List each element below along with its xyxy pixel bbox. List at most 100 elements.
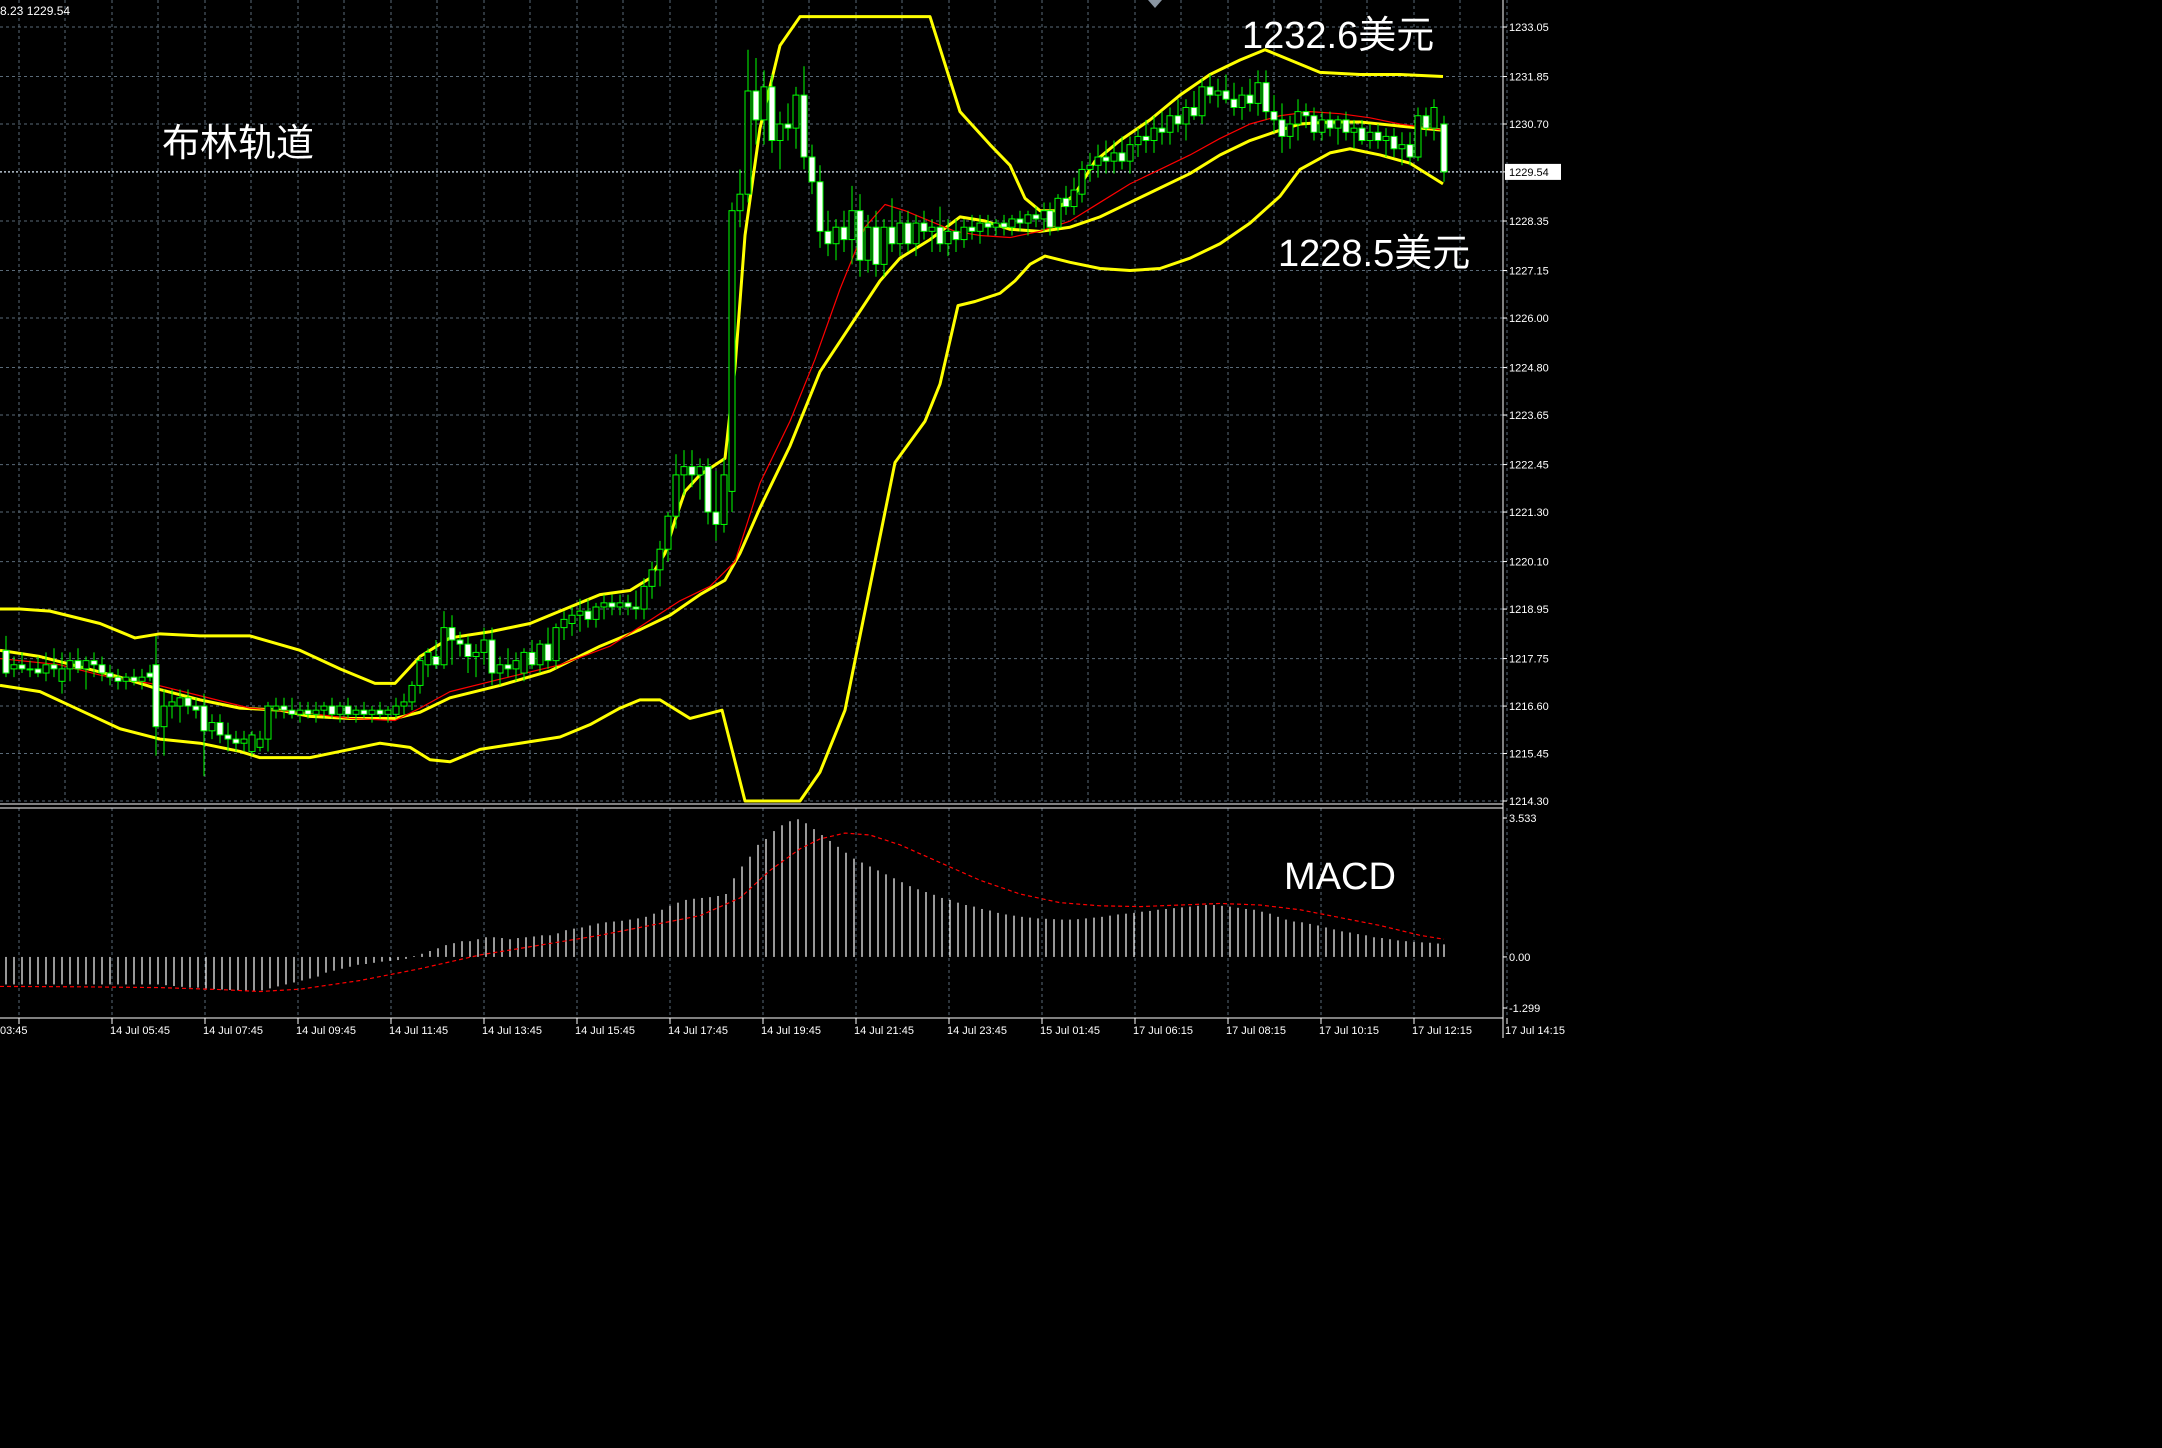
candle-body-down bbox=[624, 602, 632, 608]
candle-body-up bbox=[296, 709, 304, 715]
candle-body-up bbox=[160, 705, 168, 728]
price-tick-label: 1231.85 bbox=[1509, 72, 1549, 84]
candle-body-down bbox=[872, 226, 880, 265]
candle-body-up bbox=[792, 94, 800, 129]
candle-body-down bbox=[1102, 156, 1110, 162]
candle-body-up bbox=[320, 705, 328, 711]
candle-body-down bbox=[98, 664, 106, 674]
candle-body-down bbox=[1206, 86, 1214, 96]
candle-body-up bbox=[664, 515, 672, 550]
candle-body-up bbox=[416, 660, 424, 686]
candle-body-down bbox=[936, 226, 944, 245]
price-tick-label: 1227.15 bbox=[1509, 266, 1549, 278]
candle-body-up bbox=[736, 193, 744, 212]
candle-body-down bbox=[432, 656, 440, 666]
candle-body-down bbox=[184, 697, 192, 707]
bollinger-label: 布林轨道 bbox=[162, 123, 314, 165]
candle-body-up bbox=[944, 230, 952, 245]
candle-body-up bbox=[1398, 144, 1406, 150]
candle-body-up bbox=[848, 210, 856, 241]
candle-body-up bbox=[312, 709, 320, 715]
candle-body-down bbox=[920, 222, 928, 232]
candle-body-down bbox=[1406, 144, 1414, 158]
candle-body-up bbox=[1166, 115, 1174, 133]
candle-body-down bbox=[1062, 197, 1070, 208]
candle-body-down bbox=[1016, 218, 1024, 224]
candle-body-down bbox=[704, 466, 712, 513]
candle-body-down bbox=[904, 222, 912, 245]
time-tick-label: 17 Jul 06:15 bbox=[1133, 1025, 1193, 1037]
upper-band-value-label: 1232.6美元 bbox=[1242, 15, 1434, 57]
candle-body-down bbox=[784, 123, 792, 129]
candle-body-down bbox=[1032, 214, 1040, 220]
candle-body-down bbox=[856, 210, 864, 261]
candle-body-down bbox=[1046, 210, 1054, 228]
candle-body-down bbox=[584, 610, 592, 620]
candle-body-down bbox=[152, 664, 160, 728]
candle-body-up bbox=[960, 226, 968, 241]
candle-body-down bbox=[1374, 131, 1382, 142]
price-tick-label: 1228.35 bbox=[1509, 216, 1549, 228]
candle-body-up bbox=[896, 222, 904, 245]
candle-body-down bbox=[952, 230, 960, 241]
candle-body-down bbox=[146, 672, 154, 678]
candle-body-down bbox=[1158, 127, 1166, 133]
candle-body-down bbox=[544, 643, 552, 662]
candle-body-down bbox=[528, 651, 536, 666]
macd-tick-label: 0.00 bbox=[1509, 952, 1530, 964]
candle-body-down bbox=[224, 734, 232, 740]
candle-body-up bbox=[168, 701, 176, 707]
candle-body-down bbox=[1190, 106, 1198, 117]
candle-body-down bbox=[1222, 90, 1230, 100]
candle-body-down bbox=[824, 230, 832, 245]
candle-body-up bbox=[1024, 214, 1032, 224]
candle-body-down bbox=[968, 226, 976, 232]
candle-body-down bbox=[1270, 111, 1278, 121]
time-tick-label: 17 Jul 14:15 bbox=[1505, 1025, 1565, 1037]
time-tick-label: 14 Jul 13:45 bbox=[482, 1025, 542, 1037]
candle-body-up bbox=[480, 639, 488, 653]
candle-body-down bbox=[328, 705, 336, 715]
price-tick-label: 1230.70 bbox=[1509, 119, 1549, 131]
candle-body-up bbox=[1238, 94, 1246, 108]
candle-body-up bbox=[912, 222, 920, 245]
candle-body-down bbox=[130, 676, 138, 682]
candle-body-up bbox=[240, 738, 248, 744]
candle-body-up bbox=[672, 474, 680, 517]
macd-label: MACD bbox=[1284, 856, 1396, 898]
candle-body-up bbox=[720, 474, 728, 525]
price-tick-label: 1215.45 bbox=[1509, 749, 1549, 761]
time-tick-label: 14 Jul 19:45 bbox=[761, 1025, 821, 1037]
price-tick-label: 1224.80 bbox=[1509, 363, 1549, 375]
candle-body-up bbox=[648, 569, 656, 587]
time-tick-label: 14 Jul 15:45 bbox=[575, 1025, 635, 1037]
candle-body-down bbox=[840, 226, 848, 241]
candle-body-up bbox=[1430, 106, 1438, 129]
current-price-label: 1229.54 bbox=[1509, 167, 1549, 179]
candle-body-down bbox=[712, 511, 720, 525]
candle-body-up bbox=[440, 627, 448, 666]
price-tick-label: 1214.30 bbox=[1509, 796, 1549, 808]
candle-body-up bbox=[1070, 189, 1078, 208]
candle-body-down bbox=[688, 466, 696, 476]
candle-body-up bbox=[976, 222, 984, 232]
candle-body-up bbox=[1008, 218, 1016, 228]
price-tick-label: 1222.45 bbox=[1509, 460, 1549, 472]
candle-body-up bbox=[352, 709, 360, 715]
candle-body-up bbox=[122, 676, 130, 682]
candle-body-down bbox=[752, 90, 760, 121]
candle-body-up bbox=[832, 226, 840, 245]
candle-body-down bbox=[1230, 98, 1238, 108]
candle-body-up bbox=[1214, 90, 1222, 96]
candle-body-up bbox=[1182, 106, 1190, 125]
time-tick-label: 17 Jul 08:15 bbox=[1226, 1025, 1286, 1037]
candle-body-up bbox=[1110, 152, 1118, 162]
macd-tick-label: -1.299 bbox=[1509, 1003, 1540, 1015]
candle-body-down bbox=[192, 705, 200, 711]
candle-body-up bbox=[208, 722, 216, 732]
candle-body-up bbox=[248, 734, 256, 752]
candle-body-up bbox=[472, 651, 480, 658]
candle-body-down bbox=[1310, 115, 1318, 133]
candle-body-up bbox=[592, 606, 600, 620]
candle-body-up bbox=[1286, 123, 1294, 137]
